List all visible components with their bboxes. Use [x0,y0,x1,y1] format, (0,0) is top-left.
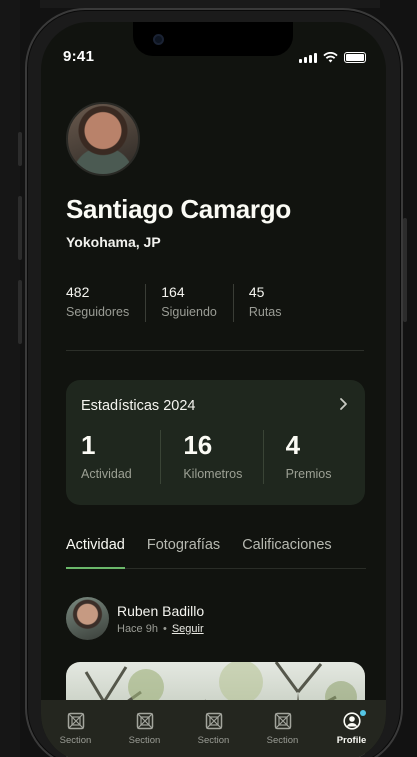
phone-side-button [18,280,22,344]
post-time: Hace 9h [117,622,158,635]
tab-bar-label: Section [59,735,92,746]
phone-screen: 9:41 Santiago Camargo Yokohama, JP 482 S… [41,22,386,757]
post-meta: Hace 9h • Seguir [117,623,204,635]
stat-label: Seguidores [66,305,130,319]
tab-bar-label: Section [197,735,230,746]
post-header: Ruben Badillo Hace 9h • Seguir [66,597,204,640]
metric-label: Kilometros [183,467,243,481]
profile-icon [342,712,361,730]
backdrop-top-panel [40,0,380,8]
metric-awards: 4 Premios [264,430,365,484]
profile-stats: 482 Seguidores 164 Siguiendo 45 Rutas [66,284,313,322]
stat-label: Rutas [248,305,282,319]
profile-name: Santiago Camargo [66,194,291,224]
tab-bar-section-1[interactable]: Section [46,712,106,746]
metric-value: 16 [183,430,213,460]
backdrop-left-panel [0,0,20,757]
tab-ratings[interactable]: Calificaciones [242,537,331,568]
tab-bar-label: Section [266,735,299,746]
stat-routes[interactable]: 45 Rutas [249,284,298,322]
stat-following[interactable]: 164 Siguiendo [161,284,234,322]
tab-bar-label: Section [128,735,161,746]
post-author-info: Ruben Badillo Hace 9h • Seguir [117,603,204,635]
wifi-icon [323,52,338,63]
metric-kilometers: 16 Kilometros [161,430,264,484]
tab-bar-section-2[interactable]: Section [115,712,175,746]
stat-label: Siguiendo [161,305,217,319]
stat-value: 164 [161,284,185,300]
status-time: 9:41 [63,48,95,65]
content-tabs: Actividad Fotografías Calificaciones [66,537,366,569]
metric-value: 4 [285,430,301,460]
stats-card-title: Estadísticas 2024 [81,398,196,414]
section-icon [205,712,222,730]
phone-side-button [403,218,407,322]
post-meta-separator: • [162,622,167,635]
stat-followers[interactable]: 482 Seguidores [66,284,147,322]
dynamic-notch [133,22,293,56]
phone-side-button [18,132,22,166]
tab-bar-section-3[interactable]: Section [184,712,244,746]
tab-bar-profile[interactable]: Profile [322,710,382,746]
metric-value: 1 [81,430,96,460]
stat-value: 45 [248,284,265,300]
tab-bar-label: Profile [336,735,367,746]
signal-icon [299,53,317,63]
profile-avatar[interactable] [66,102,140,176]
stats-card-metrics: 1 Actividad 16 Kilometros 4 Premios [66,430,365,484]
notification-dot [359,710,366,716]
section-divider [66,350,364,351]
metric-label: Actividad [81,467,132,481]
post-author-avatar[interactable] [66,597,109,640]
post-author-name[interactable]: Ruben Badillo [117,603,204,619]
section-icon [136,712,153,730]
follow-link[interactable]: Seguir [172,623,204,635]
battery-icon [344,52,366,63]
bottom-tab-bar: Section Section Section Section Profile [41,700,386,757]
chevron-right-icon[interactable] [335,396,351,412]
stat-value: 482 [66,284,90,300]
section-icon [67,712,84,730]
phone-side-button [18,196,22,260]
yearly-stats-card[interactable]: Estadísticas 2024 1 Actividad 16 Kilomet… [66,380,365,505]
metric-label: Premios [285,467,332,481]
status-icons [299,52,366,63]
profile-location: Yokohama, JP [66,234,161,250]
camera-icon [153,34,164,45]
tab-photos[interactable]: Fotografías [147,537,220,568]
metric-activity: 1 Actividad [66,430,162,484]
section-icon [274,712,291,730]
tab-activity[interactable]: Actividad [66,537,125,569]
tab-bar-section-4[interactable]: Section [253,712,313,746]
